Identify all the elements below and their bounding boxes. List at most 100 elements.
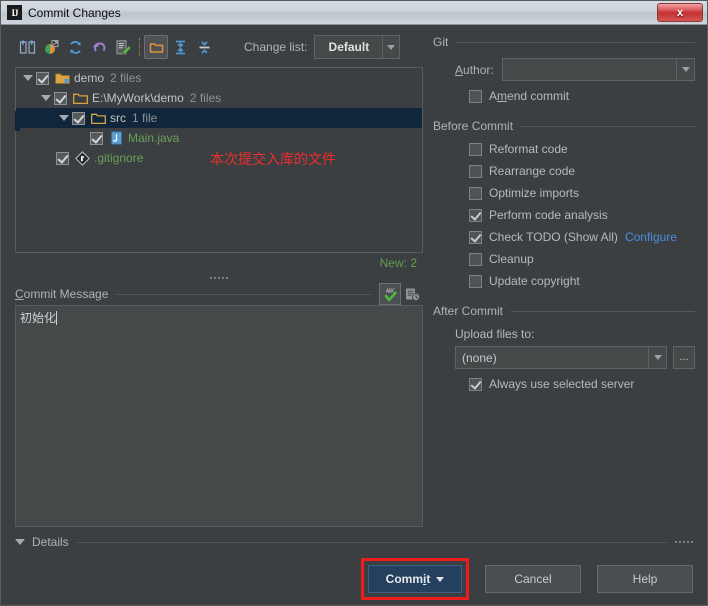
tree-row[interactable]: demo 2 files bbox=[16, 68, 422, 88]
commit-changes-dialog: IJ Commit Changes x Change list: Default… bbox=[0, 0, 708, 606]
selection-edge-strip bbox=[15, 111, 20, 131]
tree-row[interactable]: Main.java bbox=[16, 128, 422, 148]
checkbox-box bbox=[469, 164, 482, 178]
author-combobox[interactable] bbox=[501, 58, 695, 81]
commit-button[interactable]: Commit bbox=[368, 565, 462, 593]
tree-row[interactable]: src 1 file bbox=[16, 108, 422, 128]
commit-message-mnemonic: C bbox=[15, 287, 24, 301]
checkbox-box bbox=[469, 89, 482, 103]
left-panel: Change list: Default demo 2 files E:\MyW… bbox=[1, 25, 423, 527]
chevron-down-icon bbox=[676, 59, 694, 80]
edit-source-icon[interactable] bbox=[111, 35, 135, 59]
tree-row[interactable]: .gitignore bbox=[16, 148, 422, 168]
revert-icon[interactable] bbox=[87, 35, 111, 59]
checkbox-optimize-imports[interactable]: Optimize imports bbox=[469, 186, 695, 200]
row-checkbox[interactable] bbox=[72, 111, 85, 125]
amend-mnemonic: m bbox=[497, 89, 508, 103]
author-row: Author: bbox=[455, 58, 695, 81]
checkbox-reformat-code[interactable]: Reformat code bbox=[469, 142, 695, 156]
changelist-value: Default bbox=[328, 40, 370, 54]
checkbox-label: Always use selected server bbox=[489, 377, 635, 391]
checkbox-always-use-selected-server[interactable]: Always use selected server bbox=[469, 377, 695, 391]
after-commit-section-header: After Commit bbox=[433, 304, 695, 318]
git-section-title: Git bbox=[433, 35, 449, 49]
tree-row-count: 1 file bbox=[132, 111, 158, 125]
upload-server-combobox[interactable]: (none) bbox=[455, 346, 667, 369]
splitter-grip-icon bbox=[210, 277, 228, 279]
before-commit-section-header: Before Commit bbox=[433, 119, 695, 133]
author-label: Author: bbox=[455, 62, 494, 77]
checkbox-rearrange-code[interactable]: Rearrange code bbox=[469, 164, 695, 178]
message-history-icon[interactable] bbox=[401, 283, 423, 305]
java-file-icon bbox=[108, 131, 125, 145]
commit-message-header: Commit Message ABC bbox=[15, 283, 423, 305]
checkbox-label: Rearrange code bbox=[489, 164, 576, 178]
row-checkbox[interactable] bbox=[54, 91, 67, 105]
chevron-down-icon[interactable] bbox=[436, 576, 445, 582]
tree-row[interactable]: E:\MyWork\demo 2 files bbox=[16, 88, 422, 108]
changes-toolbar: Change list: Default bbox=[15, 33, 423, 61]
chevron-down-icon[interactable] bbox=[38, 95, 54, 101]
checkbox-cleanup[interactable]: Cleanup bbox=[469, 252, 695, 266]
folder-icon bbox=[72, 92, 89, 105]
checkbox-box bbox=[469, 186, 482, 200]
close-button[interactable]: x bbox=[657, 3, 703, 22]
commit-message-input[interactable]: 初始化 提交日志 bbox=[15, 305, 423, 527]
chevron-down-icon[interactable] bbox=[20, 75, 36, 81]
module-folder-icon bbox=[54, 72, 71, 85]
refresh-icon[interactable] bbox=[63, 35, 87, 59]
collapse-all-icon[interactable] bbox=[192, 35, 216, 59]
checkbox-label: Optimize imports bbox=[489, 186, 580, 200]
configure-todo-link[interactable]: Configure bbox=[625, 230, 677, 244]
checkbox-box bbox=[469, 274, 482, 288]
cancel-button[interactable]: Cancel bbox=[485, 565, 581, 593]
browse-servers-button[interactable]: ... bbox=[673, 346, 695, 369]
details-label: Details bbox=[32, 535, 69, 549]
open-repository-version-icon[interactable] bbox=[39, 35, 63, 59]
chevron-down-icon bbox=[382, 36, 399, 58]
section-rule bbox=[511, 310, 695, 312]
tree-row-name: demo bbox=[74, 71, 105, 85]
commit-message-label: Commit Message bbox=[15, 287, 108, 301]
row-checkbox[interactable] bbox=[90, 131, 103, 145]
header-rule bbox=[116, 293, 371, 295]
commit-message-value: 初始化 bbox=[20, 311, 57, 325]
checkbox-label: Cleanup bbox=[489, 252, 534, 266]
checkbox-check-todo[interactable]: Check TODO (Show All) Configure bbox=[469, 230, 695, 244]
gitignore-file-icon bbox=[74, 150, 91, 166]
expand-all-icon[interactable] bbox=[168, 35, 192, 59]
amend-commit-checkbox[interactable]: Amend commit bbox=[469, 89, 695, 103]
commit-button-label: Commit bbox=[385, 572, 431, 586]
tree-row-name: src bbox=[110, 111, 126, 125]
details-grip-icon[interactable] bbox=[675, 541, 693, 543]
show-diff-icon[interactable] bbox=[15, 35, 39, 59]
chevron-down-icon[interactable] bbox=[15, 539, 25, 545]
author-mnemonic: A bbox=[455, 62, 464, 77]
spellcheck-abc-icon[interactable]: ABC bbox=[379, 283, 401, 305]
group-by-directory-icon[interactable] bbox=[144, 35, 168, 59]
section-rule bbox=[456, 41, 695, 43]
row-checkbox[interactable] bbox=[36, 71, 49, 85]
vertical-splitter-handle[interactable] bbox=[15, 273, 423, 283]
help-button[interactable]: Help bbox=[597, 565, 693, 593]
changes-tree[interactable]: demo 2 files E:\MyWork\demo 2 files src … bbox=[15, 67, 423, 253]
upload-files-label: Upload files to: bbox=[455, 327, 535, 341]
checkbox-label: Reformat code bbox=[489, 142, 568, 156]
checkbox-box bbox=[469, 377, 482, 391]
tree-row-name: E:\MyWork\demo bbox=[92, 91, 184, 105]
chevron-down-icon bbox=[648, 347, 666, 368]
checkbox-update-copyright[interactable]: Update copyright bbox=[469, 274, 695, 288]
checkbox-box bbox=[469, 230, 482, 244]
folder-icon bbox=[90, 112, 107, 125]
row-checkbox[interactable] bbox=[56, 151, 69, 165]
changelist-combobox[interactable]: Default bbox=[314, 35, 401, 59]
changelist-label: Change list: bbox=[244, 40, 308, 54]
intellij-app-icon: IJ bbox=[7, 5, 22, 20]
right-panel: Git Author: Amend commit Before Commit R… bbox=[423, 25, 707, 527]
checkbox-perform-code-analysis[interactable]: Perform code analysis bbox=[469, 208, 695, 222]
details-bar[interactable]: Details bbox=[1, 531, 707, 553]
text-caret bbox=[56, 311, 58, 325]
section-rule bbox=[521, 125, 695, 127]
checkbox-label: Perform code analysis bbox=[489, 208, 608, 222]
chevron-down-icon[interactable] bbox=[56, 115, 72, 121]
